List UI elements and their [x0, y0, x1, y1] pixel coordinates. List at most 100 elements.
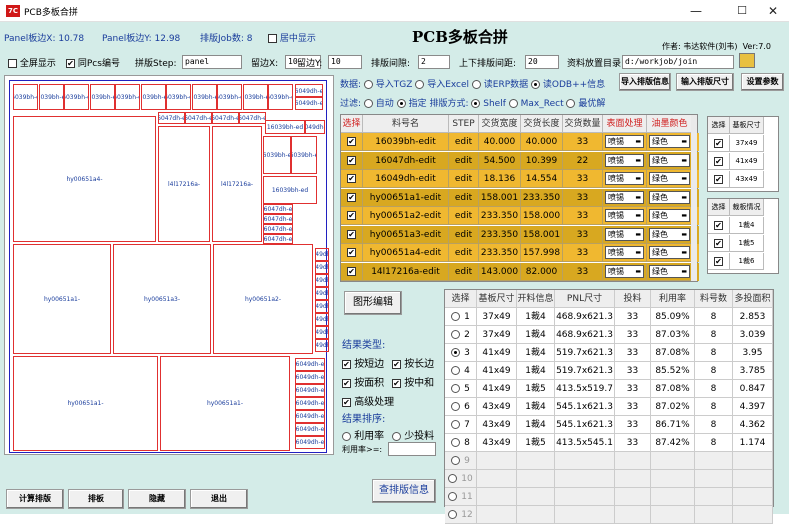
board-16049[interactable]: 16049dh-ed — [295, 96, 323, 110]
result-cell-select[interactable]: 3 — [445, 344, 477, 362]
board-16039[interactable]: 16039bh-ed — [64, 84, 89, 110]
side-checkbox[interactable]: ✔ — [714, 238, 723, 248]
by-balance-checkbox[interactable]: ✔ 按中和 — [392, 374, 434, 389]
side-cell-select[interactable]: ✔ — [708, 235, 730, 252]
cell-color[interactable]: 绿色 — [647, 133, 693, 151]
surface-dropdown[interactable]: 喷锡 — [605, 153, 644, 167]
layout-button[interactable]: 排板 — [68, 489, 124, 509]
sort-util-radio[interactable]: 利用率 — [342, 427, 384, 442]
layout-canvas[interactable]: 16039bh-ed16039bh-ed16039bh-ed16039bh-ed… — [4, 75, 334, 455]
board-16049-col[interactable]: 16049dh-ed — [315, 261, 329, 274]
board-16047[interactable]: 16047dh-ed — [263, 214, 293, 224]
calculate-button[interactable]: 计算排版 — [6, 489, 64, 509]
cut-grid[interactable]: 选择 裁板情况 ✔ 1裁4 ✔ 1裁5 ✔ 1裁6 — [707, 198, 779, 274]
job-row[interactable]: ✔ hy00651a3-editedit233.350158.00133喷锡绿色 — [341, 225, 699, 244]
side-cell-select[interactable]: ✔ — [708, 253, 730, 270]
result-radio[interactable] — [451, 456, 461, 465]
result-cell-select[interactable]: 1 — [445, 308, 477, 326]
result-cell-select[interactable]: 8 — [445, 434, 477, 452]
board-16039[interactable]: 16039bh-ed — [291, 136, 317, 174]
cell-select[interactable]: ✔ — [341, 225, 363, 244]
result-radio[interactable] — [448, 510, 458, 519]
board-size-grid[interactable]: 选择 基板尺寸 ✔ 37x49 ✔ 41x49 ✔ 43x49 — [707, 116, 779, 192]
cell-select[interactable]: ✔ — [341, 262, 363, 281]
result-radio[interactable] — [451, 438, 461, 447]
job-row[interactable]: ✔ 16049dh-editedit18.13614.55433喷锡绿色 — [341, 170, 699, 188]
surface-dropdown[interactable]: 喷锡 — [605, 209, 644, 222]
board-a1-3[interactable]: hy00651a1- — [160, 356, 290, 451]
settings-button[interactable]: 设置参数 — [741, 73, 784, 91]
board-16047[interactable]: 16047dh-ed — [212, 112, 239, 124]
board-16049-col[interactable]: 16049dh-ed — [315, 274, 329, 287]
cell-surface[interactable]: 喷锡 — [603, 151, 647, 170]
board-16047[interactable]: 16047dh-ed — [185, 112, 212, 124]
exit-button[interactable]: 退出 — [190, 489, 248, 509]
board-16049-col2[interactable]: 16049dh-ed — [295, 436, 325, 449]
query-layout-button[interactable]: 查排版信息 — [372, 479, 436, 503]
row-checkbox[interactable]: ✔ — [347, 229, 356, 239]
result-row[interactable]: 5 41x49 1裁5 413.5x519.7 33 87.08% 8 0.847 — [445, 380, 775, 398]
board-l14-1[interactable]: l4l17216a- — [158, 126, 210, 242]
by-area-checkbox[interactable]: ✔ 按面积 — [342, 374, 384, 389]
board-16039[interactable]: 16039bh-ed — [191, 84, 217, 110]
board-16039[interactable]: 16039bh-ed — [263, 176, 317, 204]
side-cell-select[interactable]: ✔ — [708, 153, 730, 170]
same-pcs-checkbox[interactable]: ✔ 同Pcs编号 — [66, 56, 120, 69]
board-16049-col[interactable]: 16049dh-ed — [315, 313, 329, 326]
result-row[interactable]: 1 37x49 1裁4 468.9x621.3 33 85.09% 8 2.853 — [445, 308, 775, 326]
cell-select[interactable]: ✔ — [341, 188, 363, 207]
row-checkbox[interactable]: ✔ — [347, 155, 356, 165]
input-size-button[interactable]: 输入排版尺寸 — [676, 73, 734, 91]
job-row[interactable]: ✔ hy00651a4-editedit233.350157.99833喷锡绿色 — [341, 244, 699, 262]
side-cell-select[interactable]: ✔ — [708, 171, 730, 188]
ink-color-dropdown[interactable]: 绿色 — [649, 190, 690, 204]
cell-surface[interactable]: 喷锡 — [603, 244, 647, 262]
graph-edit-button[interactable]: 图形编辑 — [344, 291, 402, 315]
util-threshold-select[interactable] — [388, 442, 436, 456]
fullscreen-checkbox[interactable]: 全屏显示 — [8, 56, 56, 69]
cell-color[interactable]: 绿色 — [647, 207, 693, 225]
row-checkbox[interactable]: ✔ — [347, 248, 356, 257]
cell-select[interactable]: ✔ — [341, 151, 363, 170]
ink-color-dropdown[interactable]: 绿色 — [649, 246, 690, 259]
cell-surface[interactable]: 喷锡 — [603, 262, 647, 281]
read-erp-radio[interactable] — [471, 80, 481, 89]
job-row[interactable]: ✔ hy00651a2-editedit233.350158.00033喷锡绿色 — [341, 207, 699, 225]
dir-input[interactable]: d:/workjob/join — [622, 55, 734, 69]
job-row[interactable]: ✔16039bh-editedit40.00040.00033喷锡绿色 — [341, 133, 699, 151]
surface-dropdown[interactable]: 喷锡 — [605, 227, 644, 241]
mode-optimal-radio[interactable] — [566, 99, 576, 108]
side-checkbox[interactable]: ✔ — [714, 256, 723, 266]
cell-color[interactable]: 绿色 — [647, 262, 693, 281]
result-cell-select[interactable]: 6 — [445, 398, 477, 416]
maximize-button[interactable]: ☐ — [731, 3, 753, 19]
result-empty-row[interactable]: 9 — [445, 452, 775, 470]
ink-color-dropdown[interactable]: 绿色 — [649, 264, 690, 278]
cell-select[interactable]: ✔ — [341, 244, 363, 262]
board-16039[interactable]: 16039bh-ed — [38, 84, 64, 110]
minimize-button[interactable]: — — [685, 3, 707, 19]
result-empty-row[interactable]: 11 — [445, 488, 775, 506]
side-row[interactable]: ✔ 1裁5 — [708, 235, 780, 252]
surface-dropdown[interactable]: 喷锡 — [605, 190, 644, 204]
board-16049-col2[interactable]: 16049dh-ed — [295, 397, 325, 410]
cell-select[interactable]: ✔ — [341, 207, 363, 225]
cell-color[interactable]: 绿色 — [647, 170, 693, 188]
board-16039[interactable]: 16039bh-ed — [13, 84, 38, 110]
step-input[interactable]: panel — [182, 55, 242, 69]
job-row[interactable]: ✔ 16047dh-editedit54.50010.39922喷锡绿色 — [341, 151, 699, 170]
result-row[interactable]: 2 37x49 1裁4 468.9x621.3 33 87.03% 8 3.039 — [445, 326, 775, 344]
side-row[interactable]: ✔ 1裁4 — [708, 217, 780, 234]
folder-icon[interactable] — [739, 53, 755, 68]
board-16049-col[interactable]: 16049dh-ed — [315, 287, 329, 300]
sort-less-radio[interactable]: 少投料 — [392, 427, 434, 442]
mode-maxrect-radio[interactable] — [508, 99, 518, 108]
cell-color[interactable]: 绿色 — [647, 151, 693, 170]
import-excel-radio[interactable] — [415, 80, 425, 89]
ink-color-dropdown[interactable]: 绿色 — [649, 209, 690, 222]
result-radio[interactable] — [451, 384, 461, 393]
board-a1-1[interactable]: hy00651a1- — [13, 244, 111, 354]
result-row[interactable]: 4 41x49 1裁4 519.7x621.3 33 85.52% 8 3.785 — [445, 362, 775, 380]
side-checkbox[interactable]: ✔ — [714, 220, 723, 230]
side-checkbox[interactable]: ✔ — [714, 174, 723, 184]
